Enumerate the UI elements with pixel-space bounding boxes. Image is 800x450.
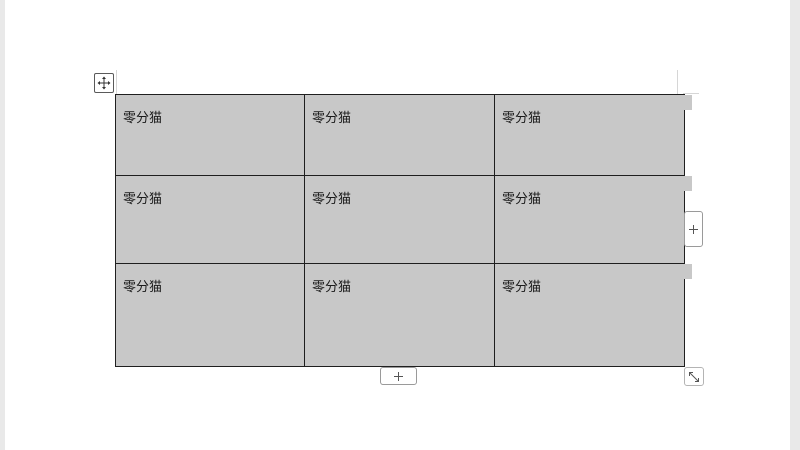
table-move-handle[interactable] xyxy=(94,73,114,93)
table-cell[interactable]: 零分猫 xyxy=(494,94,685,176)
cell-text: 零分猫 xyxy=(123,280,163,295)
cell-text: 零分猫 xyxy=(312,280,352,295)
table-cell[interactable]: 零分猫 xyxy=(304,175,495,264)
cell-text: 零分猫 xyxy=(312,111,352,126)
table-row: 零分猫 零分猫 零分猫 xyxy=(115,175,685,264)
table-cell[interactable]: 零分猫 xyxy=(304,263,495,367)
table-cell[interactable]: 零分猫 xyxy=(494,175,685,264)
cell-text: 零分猫 xyxy=(123,111,163,126)
table-cell[interactable]: 零分猫 xyxy=(304,94,495,176)
document-table: 零分猫 零分猫 零分猫 零分猫 零分猫 零分猫 零分猫 零分猫 零分猫 xyxy=(115,94,685,367)
cell-text: 零分猫 xyxy=(123,192,163,207)
table-cell[interactable]: 零分猫 xyxy=(494,263,685,367)
row-end-marker xyxy=(684,95,692,110)
plus-icon xyxy=(689,224,698,234)
table-cell[interactable]: 零分猫 xyxy=(115,94,305,176)
table-row: 零分猫 零分猫 零分猫 xyxy=(115,263,685,367)
row-end-marker xyxy=(684,264,692,279)
plus-icon xyxy=(394,371,403,381)
margin-guide-left xyxy=(116,70,117,94)
row-end-marker xyxy=(684,176,692,191)
add-row-button[interactable] xyxy=(380,367,417,385)
cell-text: 零分猫 xyxy=(502,192,542,207)
table-row: 零分猫 零分猫 零分猫 xyxy=(115,94,685,176)
cell-text: 零分猫 xyxy=(312,192,352,207)
margin-guide-right xyxy=(677,70,678,94)
move-arrows-icon xyxy=(97,76,111,90)
table-resize-handle[interactable] xyxy=(684,367,704,386)
table-cell[interactable]: 零分猫 xyxy=(115,263,305,367)
margin-guide-top-right xyxy=(683,93,699,94)
cell-text: 零分猫 xyxy=(502,111,542,126)
table-cell[interactable]: 零分猫 xyxy=(115,175,305,264)
cell-text: 零分猫 xyxy=(502,280,542,295)
diagonal-resize-icon xyxy=(689,371,699,382)
add-column-button[interactable] xyxy=(684,211,703,247)
